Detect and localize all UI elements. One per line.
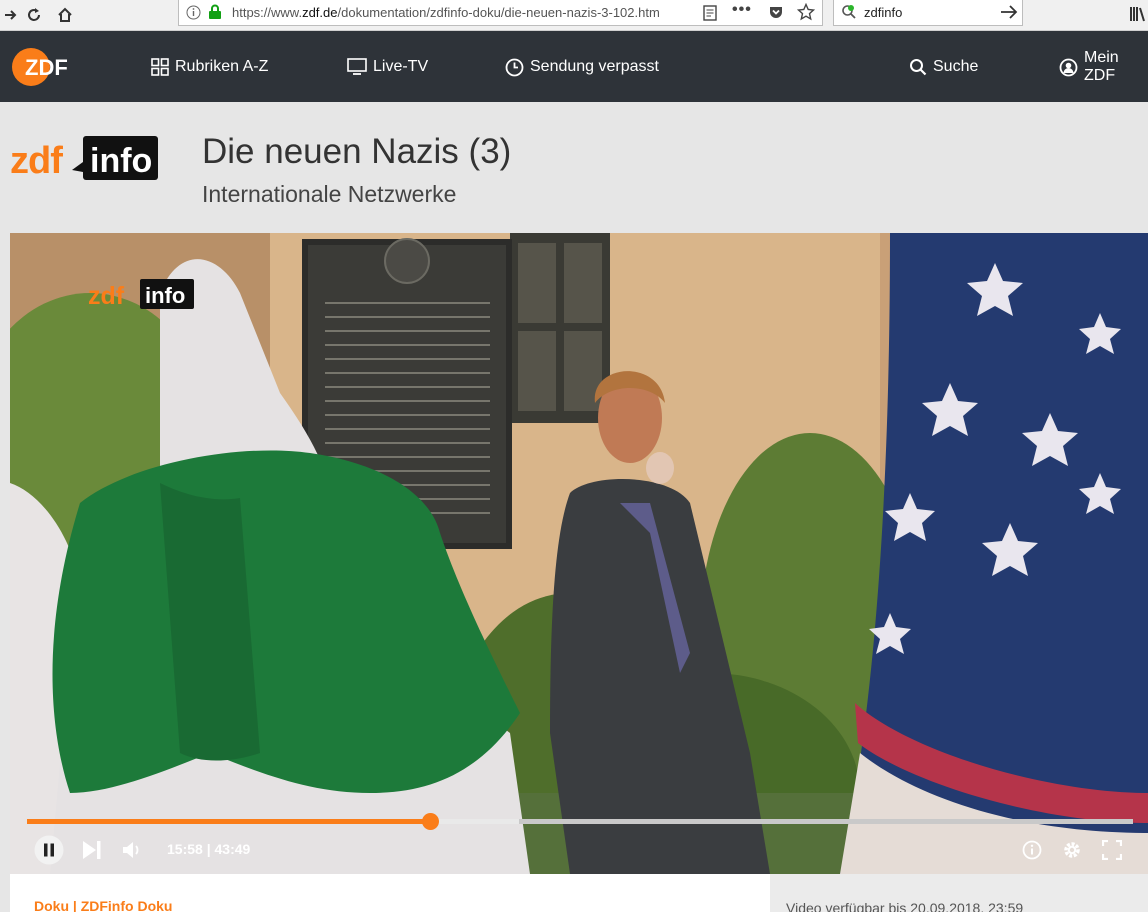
- category-link[interactable]: Doku | ZDFinfo Doku: [34, 898, 172, 912]
- zdfinfo-logo[interactable]: zdf info: [10, 136, 160, 182]
- duration: 43:49: [214, 841, 251, 857]
- nav-rubriken[interactable]: Rubriken A-Z: [151, 57, 268, 77]
- pause-button[interactable]: [34, 835, 64, 865]
- volume-icon: [123, 842, 139, 858]
- tv-icon: [347, 58, 367, 76]
- svg-text:ZDF: ZDF: [25, 55, 68, 80]
- video-watermark: zdf info: [88, 278, 198, 317]
- svg-text:info: info: [90, 142, 152, 180]
- page-subtitle: Internationale Netzwerke: [202, 181, 457, 207]
- scrubber-handle[interactable]: [421, 813, 439, 830]
- nav-mein-zdf[interactable]: Mein ZDF: [1059, 49, 1148, 84]
- fullscreen-button[interactable]: [1100, 836, 1124, 864]
- current-time: 15:58: [167, 841, 203, 857]
- site-header: ZDF Rubriken A-Z Live-TV Sendung verpass…: [0, 31, 1148, 102]
- bookmark-star-icon[interactable]: [796, 2, 816, 24]
- nav-suche-label: Suche: [933, 58, 979, 75]
- pause-icon: [34, 835, 64, 865]
- address-bar[interactable]: https://www.zdf.de/dokumentation/zdfinfo…: [178, 0, 823, 26]
- progress-bar[interactable]: [27, 813, 1133, 830]
- reload-icon[interactable]: [22, 3, 46, 27]
- svg-text:info: info: [145, 283, 185, 308]
- info-button[interactable]: [1020, 836, 1044, 864]
- nav-rubriken-label: Rubriken A-Z: [175, 58, 269, 75]
- url-text[interactable]: https://www.zdf.de/dokumentation/zdfinfo…: [232, 5, 672, 20]
- search-bar[interactable]: zdfinfo: [833, 0, 1023, 26]
- svg-text:zdf: zdf: [88, 282, 125, 310]
- page-actions-icon[interactable]: •••: [732, 1, 752, 19]
- settings-button[interactable]: [1060, 836, 1084, 864]
- nav-verpasst-label: Sendung verpasst: [530, 58, 659, 75]
- nav-sendung-verpasst[interactable]: Sendung verpasst: [505, 57, 659, 77]
- nav-mein-label: Mein ZDF: [1084, 49, 1119, 84]
- grid-icon: [151, 58, 169, 76]
- reader-view-icon[interactable]: [703, 5, 717, 24]
- time-separator: |: [206, 841, 211, 857]
- video-player[interactable]: zdf info: [10, 233, 1148, 874]
- forward-icon[interactable]: [0, 3, 22, 27]
- fullscreen-icon: [1102, 840, 1122, 860]
- video-frame: [10, 233, 1148, 874]
- go-arrow-icon[interactable]: [1000, 4, 1018, 23]
- lock-icon[interactable]: [208, 4, 222, 23]
- gear-icon: [1064, 842, 1080, 858]
- svg-text:zdf: zdf: [10, 140, 63, 182]
- nav-livetv[interactable]: Live-TV: [347, 57, 428, 77]
- clock-icon: [505, 58, 524, 77]
- nav-suche[interactable]: Suche: [909, 57, 978, 77]
- availability-panel: Video verfügbar bis 20.09.2018, 23:59: [770, 874, 1148, 912]
- skip-next-icon: [83, 841, 101, 859]
- time-display: 15:58 | 43:49: [167, 841, 250, 857]
- library-icon[interactable]: [1129, 6, 1147, 27]
- progress-fill: [27, 819, 430, 824]
- info-icon[interactable]: [186, 5, 201, 23]
- browser-toolbar: https://www.zdf.de/dokumentation/zdfinfo…: [0, 0, 1148, 31]
- volume-button[interactable]: [121, 836, 145, 864]
- info-circle-icon: [1022, 840, 1042, 860]
- pocket-icon[interactable]: [768, 4, 784, 23]
- user-icon: [1059, 58, 1078, 77]
- availability-text: Video verfügbar bis 20.09.2018, 23:59: [786, 900, 1024, 912]
- search-icon: [909, 58, 927, 76]
- video-info-panel: Doku | ZDFinfo Doku: [10, 874, 770, 912]
- search-bar-value: zdfinfo: [864, 5, 903, 20]
- next-button[interactable]: [80, 836, 104, 864]
- home-icon[interactable]: [53, 3, 77, 27]
- nav-livetv-label: Live-TV: [373, 58, 429, 75]
- search-engine-icon: [841, 4, 857, 23]
- zdf-logo[interactable]: ZDF: [11, 47, 81, 87]
- page-title: Die neuen Nazis (3): [202, 132, 512, 171]
